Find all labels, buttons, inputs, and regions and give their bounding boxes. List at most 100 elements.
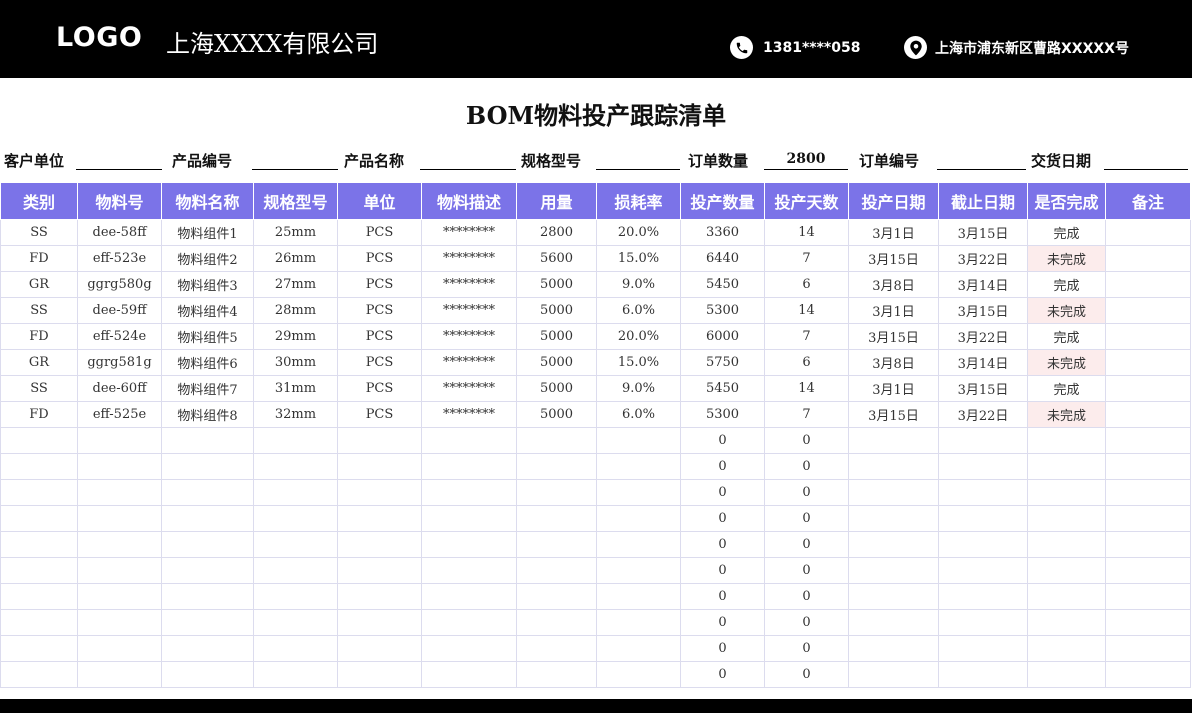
table-cell[interactable] — [421, 557, 517, 584]
table-cell[interactable]: 物料组件5 — [161, 323, 254, 350]
table-cell[interactable]: 0 — [680, 505, 765, 532]
table-cell[interactable] — [161, 557, 254, 584]
table-cell[interactable] — [596, 583, 681, 610]
table-cell[interactable] — [596, 661, 681, 688]
table-cell[interactable] — [1027, 427, 1106, 454]
table-cell[interactable]: 3月22日 — [938, 245, 1028, 272]
table-cell[interactable]: 0 — [764, 583, 849, 610]
table-cell[interactable] — [0, 609, 78, 636]
table-cell[interactable]: 0 — [680, 609, 765, 636]
table-cell[interactable] — [848, 609, 939, 636]
table-cell[interactable]: 3月22日 — [938, 323, 1028, 350]
table-cell[interactable] — [161, 479, 254, 506]
table-cell[interactable] — [848, 583, 939, 610]
table-cell[interactable] — [938, 453, 1028, 480]
table-cell[interactable]: 0 — [680, 661, 765, 688]
table-cell[interactable]: 31mm — [253, 375, 338, 402]
table-cell[interactable] — [253, 583, 338, 610]
table-cell[interactable]: 2800 — [516, 219, 597, 246]
table-cell[interactable]: ggrg580g — [77, 271, 162, 298]
table-cell[interactable]: FD — [0, 401, 78, 428]
table-cell[interactable] — [337, 583, 422, 610]
table-cell[interactable] — [253, 531, 338, 558]
table-cell[interactable]: 3月15日 — [848, 323, 939, 350]
table-cell[interactable]: 29mm — [253, 323, 338, 350]
table-cell[interactable]: 3月15日 — [938, 297, 1028, 324]
table-cell[interactable]: 5000 — [516, 375, 597, 402]
table-cell[interactable] — [0, 661, 78, 688]
table-cell[interactable]: 5600 — [516, 245, 597, 272]
table-cell[interactable] — [77, 583, 162, 610]
table-cell[interactable] — [0, 531, 78, 558]
table-cell[interactable] — [938, 505, 1028, 532]
table-cell[interactable] — [848, 479, 939, 506]
table-cell[interactable] — [1027, 661, 1106, 688]
table-cell[interactable]: 5450 — [680, 375, 765, 402]
table-cell[interactable]: 9.0% — [596, 375, 681, 402]
delivery-date-field[interactable] — [1104, 148, 1188, 170]
table-cell[interactable] — [516, 583, 597, 610]
table-cell[interactable]: PCS — [337, 323, 422, 350]
table-cell[interactable] — [1105, 349, 1191, 376]
table-cell[interactable] — [596, 557, 681, 584]
table-cell[interactable]: 5300 — [680, 401, 765, 428]
table-cell[interactable] — [77, 635, 162, 662]
table-cell[interactable] — [337, 453, 422, 480]
table-cell[interactable]: 3月15日 — [848, 245, 939, 272]
table-cell[interactable] — [421, 479, 517, 506]
table-cell[interactable] — [253, 505, 338, 532]
table-row[interactable]: 00 — [0, 479, 1191, 506]
table-cell[interactable] — [1105, 375, 1191, 402]
table-cell[interactable]: 7 — [764, 245, 849, 272]
table-cell[interactable] — [337, 505, 422, 532]
table-cell[interactable]: 0 — [764, 531, 849, 558]
table-cell[interactable]: 0 — [764, 479, 849, 506]
table-cell[interactable] — [938, 557, 1028, 584]
table-cell[interactable]: PCS — [337, 349, 422, 376]
table-cell[interactable] — [421, 453, 517, 480]
table-cell[interactable]: 物料组件6 — [161, 349, 254, 376]
table-cell[interactable] — [938, 583, 1028, 610]
table-cell[interactable] — [516, 531, 597, 558]
table-cell[interactable]: 完成 — [1027, 271, 1106, 298]
customer-field[interactable] — [76, 148, 162, 170]
table-cell[interactable]: 未完成 — [1027, 349, 1106, 376]
table-cell[interactable] — [0, 635, 78, 662]
table-cell[interactable]: FD — [0, 245, 78, 272]
table-row[interactable]: 00 — [0, 453, 1191, 480]
table-cell[interactable] — [0, 479, 78, 506]
table-cell[interactable] — [0, 453, 78, 480]
table-cell[interactable] — [253, 557, 338, 584]
table-cell[interactable]: ******** — [421, 323, 517, 350]
table-cell[interactable]: GR — [0, 349, 78, 376]
table-cell[interactable] — [253, 479, 338, 506]
table-cell[interactable] — [253, 609, 338, 636]
table-cell[interactable] — [421, 609, 517, 636]
table-cell[interactable] — [253, 635, 338, 662]
product-no-field[interactable] — [252, 148, 338, 170]
table-row[interactable]: FD eff-523e 物料组件2 26mm PCS ******** 5600 15.0% 6… — [0, 245, 1191, 272]
table-cell[interactable] — [337, 661, 422, 688]
table-cell[interactable]: 3月1日 — [848, 297, 939, 324]
table-cell[interactable]: dee-60ff — [77, 375, 162, 402]
table-cell[interactable] — [77, 505, 162, 532]
table-cell[interactable]: eff-525e — [77, 401, 162, 428]
table-cell[interactable] — [1105, 401, 1191, 428]
table-cell[interactable] — [1027, 609, 1106, 636]
table-cell[interactable] — [421, 531, 517, 558]
table-cell[interactable] — [77, 453, 162, 480]
table-cell[interactable]: ******** — [421, 349, 517, 376]
table-row[interactable]: 00 — [0, 635, 1191, 662]
table-cell[interactable]: ******** — [421, 401, 517, 428]
table-cell[interactable] — [848, 661, 939, 688]
table-cell[interactable] — [596, 479, 681, 506]
table-row[interactable]: 00 — [0, 531, 1191, 558]
table-cell[interactable]: 0 — [680, 557, 765, 584]
table-cell[interactable] — [161, 531, 254, 558]
table-cell[interactable] — [1027, 505, 1106, 532]
table-cell[interactable]: 32mm — [253, 401, 338, 428]
table-cell[interactable] — [938, 479, 1028, 506]
table-cell[interactable] — [253, 453, 338, 480]
table-cell[interactable]: ******** — [421, 375, 517, 402]
table-cell[interactable] — [337, 609, 422, 636]
